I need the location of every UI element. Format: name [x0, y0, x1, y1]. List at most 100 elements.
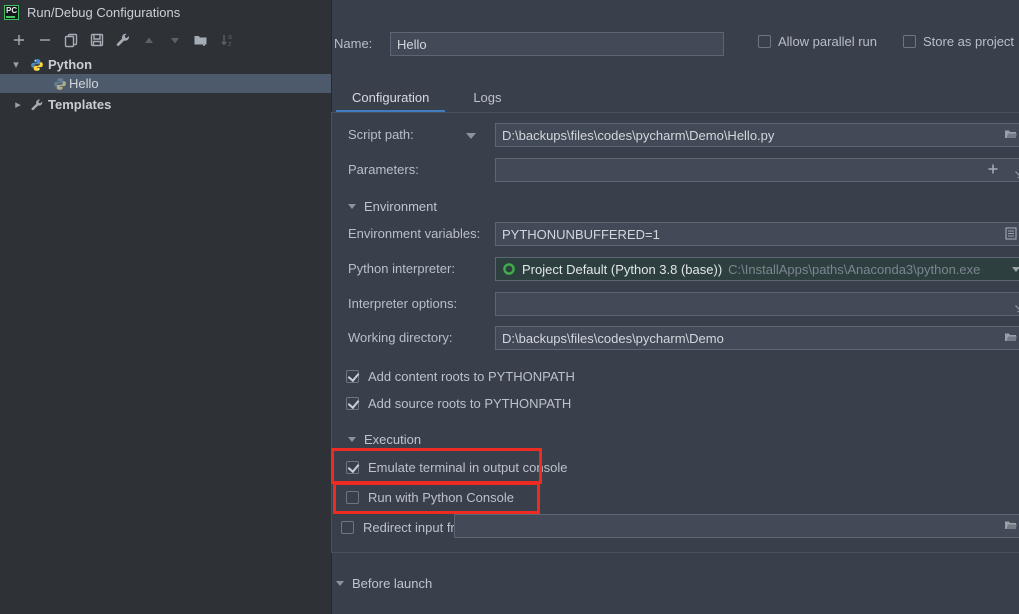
before-launch-section-header[interactable]: Before launch: [336, 575, 432, 591]
svg-text:z: z: [228, 41, 232, 48]
checkbox-box[interactable]: [346, 369, 359, 383]
add-configuration-button[interactable]: [6, 29, 32, 51]
before-launch-section-label: Before launch: [352, 575, 433, 591]
environment-section-header[interactable]: Environment: [348, 198, 437, 214]
parameters-label: Parameters:: [348, 162, 419, 177]
move-down-button[interactable]: [162, 29, 188, 51]
checkbox-box[interactable]: [758, 35, 771, 48]
run-with-python-console-checkbox[interactable]: Run with Python Console: [346, 489, 514, 505]
working-directory-input[interactable]: [495, 326, 1019, 350]
script-path-label: Script path:: [348, 127, 414, 142]
tree-group-templates[interactable]: ▸ Templates: [0, 95, 331, 114]
emulate-terminal-label: Emulate terminal in output console: [368, 459, 568, 475]
add-source-roots-checkbox[interactable]: Add source roots to PYTHONPATH: [346, 395, 571, 411]
parameters-input[interactable]: [495, 158, 1019, 182]
python-config-icon: [54, 77, 66, 90]
checkbox-box[interactable]: [346, 490, 359, 504]
expand-field-icon[interactable]: [1014, 304, 1019, 313]
tree-item-hello-label: Hello: [69, 76, 99, 91]
python-interpreter-label: Python interpreter:: [348, 261, 455, 276]
environment-variables-field: [495, 222, 1019, 246]
environment-variables-label: Environment variables:: [348, 226, 481, 241]
tree-item-hello[interactable]: Hello: [0, 74, 331, 93]
collapse-triangle-icon[interactable]: [336, 580, 344, 586]
remove-configuration-button[interactable]: [32, 29, 58, 51]
script-path-input[interactable]: [495, 123, 1019, 147]
config-tabs: Configuration Logs: [336, 84, 518, 113]
sort-configurations-button[interactable]: az: [214, 29, 240, 51]
tree-group-python-label: Python: [48, 57, 93, 72]
chevron-right-icon[interactable]: ▸: [12, 98, 24, 111]
svg-text:a: a: [228, 34, 232, 41]
tab-logs[interactable]: Logs: [457, 84, 517, 110]
run-with-python-console-label: Run with Python Console: [368, 489, 514, 505]
browse-folder-icon[interactable]: [1004, 519, 1017, 531]
name-input[interactable]: [390, 32, 724, 56]
copy-icon: [64, 33, 78, 48]
wrench-icon: [116, 33, 129, 47]
chevron-down-icon[interactable]: ▾: [10, 58, 22, 71]
conda-environment-icon: [503, 263, 515, 275]
edit-templates-button[interactable]: [110, 29, 136, 51]
tree-group-templates-label: Templates: [48, 97, 112, 112]
allow-parallel-run-checkbox[interactable]: Allow parallel run: [758, 34, 877, 49]
redirect-input-input[interactable]: [454, 514, 1019, 538]
arrow-down-icon: [171, 38, 179, 44]
checkbox-box[interactable]: [341, 520, 354, 534]
chevron-down-icon[interactable]: [1012, 267, 1019, 272]
execution-section-label: Execution: [364, 431, 422, 447]
allow-parallel-run-label: Allow parallel run: [778, 34, 877, 49]
tree-group-python[interactable]: ▾ Python: [0, 55, 331, 74]
minus-icon: [40, 39, 50, 41]
expand-field-icon[interactable]: [1014, 170, 1019, 179]
store-as-project-checkbox[interactable]: Store as project: [903, 34, 1014, 49]
templates-wrench-icon: [31, 99, 43, 110]
add-content-roots-label: Add content roots to PYTHONPATH: [368, 368, 575, 384]
edit-variables-icon[interactable]: [1005, 227, 1017, 240]
save-configuration-button[interactable]: [84, 29, 110, 51]
environment-variables-input[interactable]: [495, 222, 1019, 246]
configurations-toolbar: az: [6, 28, 240, 52]
add-macro-icon[interactable]: [987, 163, 999, 175]
parameters-field: [495, 158, 1019, 182]
run-debug-configurations-dialog: { "window": { "title": "Run/Debug Config…: [0, 0, 1019, 614]
working-directory-label: Working directory:: [348, 330, 453, 345]
interpreter-options-input[interactable]: [495, 292, 1019, 316]
interpreter-options-label: Interpreter options:: [348, 296, 458, 311]
browse-folder-icon[interactable]: [1004, 331, 1017, 343]
emulate-terminal-checkbox[interactable]: Emulate terminal in output console: [346, 459, 567, 475]
python-interpreter-value: Project Default (Python 3.8 (base)): [522, 261, 723, 277]
redirect-input-field: [454, 514, 1019, 538]
move-up-button[interactable]: [136, 29, 162, 51]
browse-folder-icon[interactable]: [1004, 128, 1017, 140]
working-directory-field: [495, 326, 1019, 350]
environment-section-label: Environment: [364, 198, 437, 214]
interpreter-options-field: [495, 292, 1019, 316]
python-interpreter-path: C:\InstallApps\paths\Anaconda3\python.ex…: [728, 261, 981, 277]
python-logo-icon: [31, 58, 43, 71]
arrow-up-icon: [145, 37, 153, 43]
store-as-project-label: Store as project: [923, 34, 1015, 49]
window-title: Run/Debug Configurations: [27, 4, 181, 20]
checkbox-box[interactable]: [903, 35, 916, 48]
save-icon: [90, 33, 104, 47]
add-source-roots-label: Add source roots to PYTHONPATH: [368, 395, 572, 411]
execution-section-header[interactable]: Execution: [348, 431, 421, 447]
collapse-triangle-icon[interactable]: [348, 203, 356, 209]
title-bar: PC Run/Debug Configurations: [0, 0, 335, 24]
sort-az-icon: az: [220, 34, 232, 48]
copy-configuration-button[interactable]: [58, 29, 84, 51]
create-new-folder-button[interactable]: [188, 29, 214, 51]
name-label: Name:: [334, 36, 373, 51]
new-folder-icon: [194, 36, 206, 46]
pycharm-logo-icon: PC: [4, 4, 19, 20]
script-path-dropdown-icon[interactable]: [466, 133, 476, 139]
collapse-triangle-icon[interactable]: [348, 436, 356, 442]
checkbox-box[interactable]: [346, 460, 359, 474]
plus-icon: [14, 35, 24, 45]
script-path-field: [495, 123, 1019, 147]
tab-configuration[interactable]: Configuration: [336, 84, 446, 113]
checkbox-box[interactable]: [346, 396, 359, 410]
add-content-roots-checkbox[interactable]: Add content roots to PYTHONPATH: [346, 368, 575, 384]
python-interpreter-combobox[interactable]: Project Default (Python 3.8 (base)) C:\I…: [495, 257, 1019, 281]
